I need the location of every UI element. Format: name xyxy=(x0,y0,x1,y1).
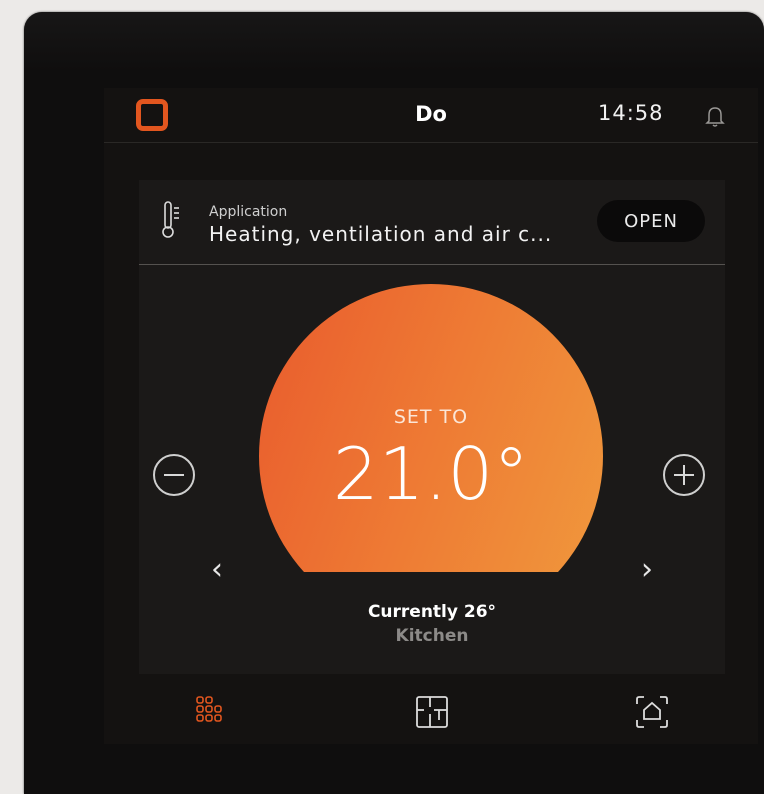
decrease-button[interactable] xyxy=(153,454,195,496)
temperature-dial[interactable]: SET TO 21.0° xyxy=(259,284,603,572)
bell-icon[interactable] xyxy=(704,104,726,128)
increase-button[interactable] xyxy=(663,454,705,496)
application-bar: Application Heating, ventilation and air… xyxy=(139,180,725,265)
floorplan-icon[interactable] xyxy=(414,694,450,730)
open-button[interactable]: OPEN xyxy=(597,200,705,242)
application-label: Application xyxy=(209,204,288,220)
previous-arrow-icon[interactable]: ‹ xyxy=(211,552,223,587)
next-arrow-icon[interactable]: › xyxy=(641,552,653,587)
rooms-grid-icon[interactable] xyxy=(194,694,230,730)
clock: 14:58 xyxy=(598,101,664,125)
thermostat-panel: Application Heating, ventilation and air… xyxy=(139,180,725,744)
thermometer-icon xyxy=(162,201,179,238)
dial-circle xyxy=(259,284,603,572)
setpoint-value: 21.0° xyxy=(332,432,530,516)
status-bar: Do 14:58 xyxy=(104,88,758,143)
set-to-label: SET TO xyxy=(393,406,469,428)
bottom-navigation xyxy=(104,674,758,744)
home-scan-icon[interactable] xyxy=(634,694,670,730)
room-name: Kitchen xyxy=(395,626,469,646)
screen: Do 14:58 Application Heating, ventilatio… xyxy=(104,88,758,744)
application-name: Heating, ventilation and air c... xyxy=(209,222,553,246)
current-temperature: Currently 26° xyxy=(367,602,497,622)
device-frame: Do 14:58 Application Heating, ventilatio… xyxy=(24,12,764,794)
